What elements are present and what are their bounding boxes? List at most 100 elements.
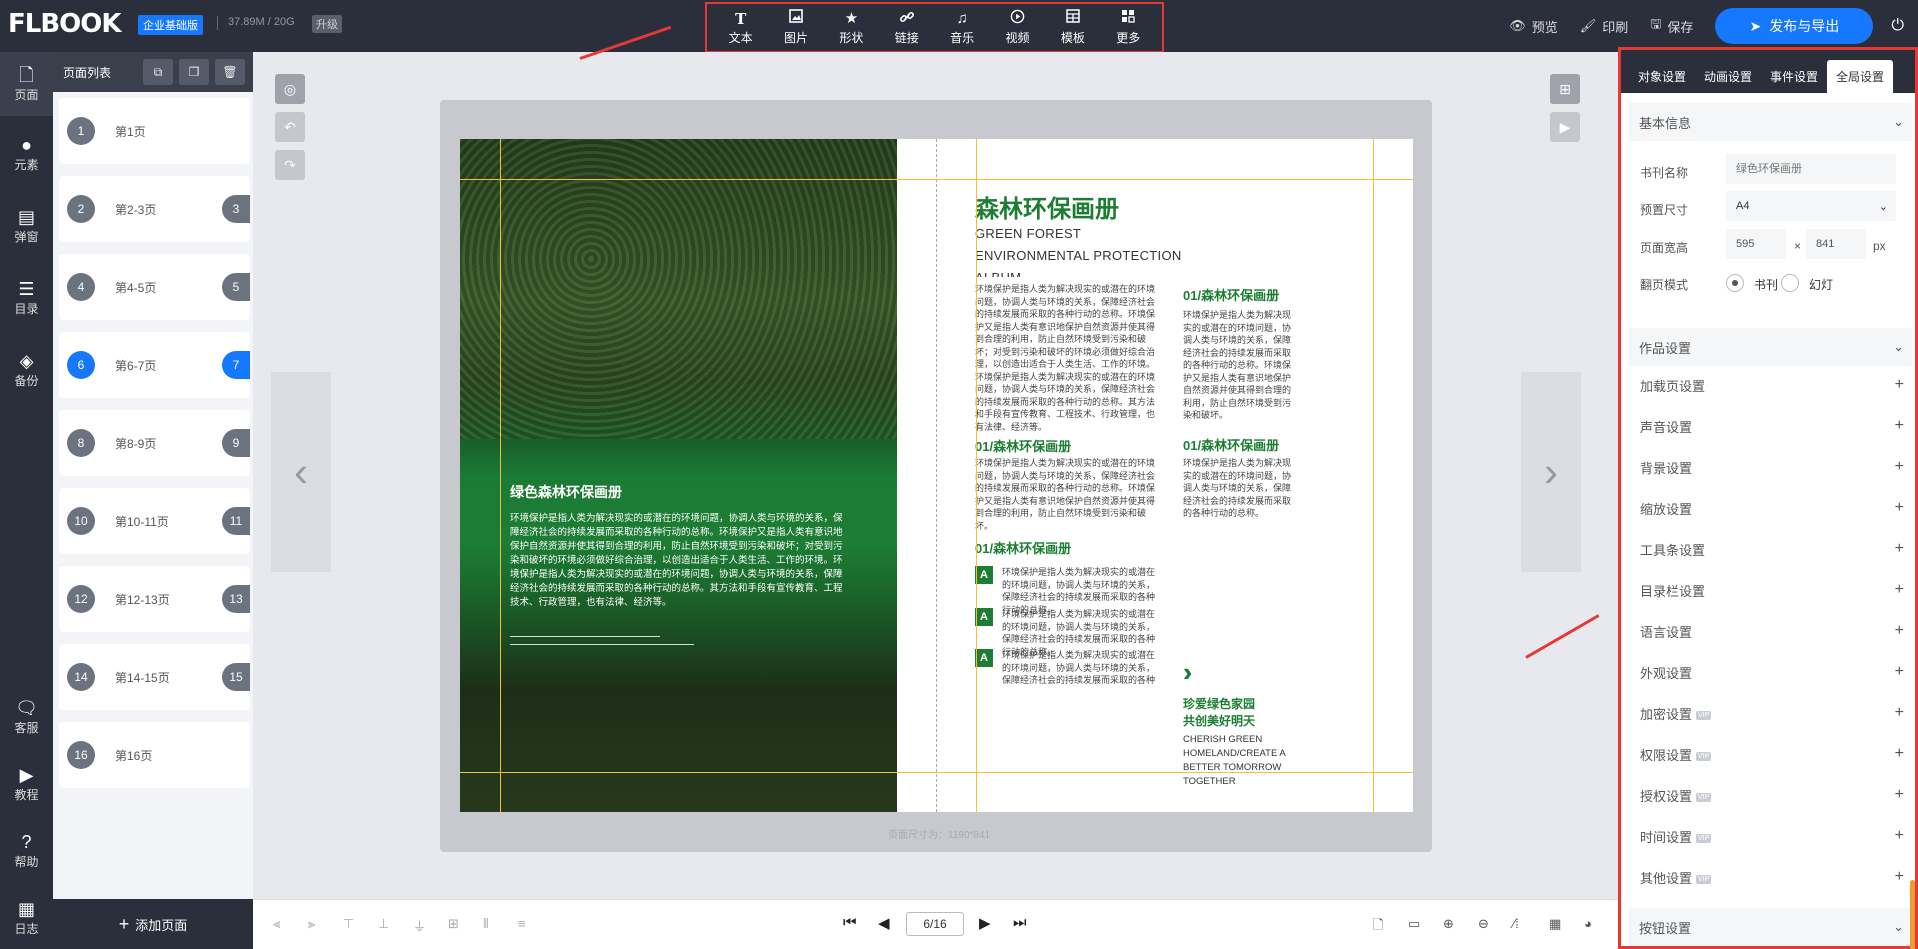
- tab-object-settings[interactable]: 对象设置: [1629, 60, 1695, 93]
- settings-row[interactable]: 缩放设置 +: [1629, 491, 1912, 525]
- add-page-button[interactable]: + 添加页面: [53, 899, 253, 949]
- nav-toc[interactable]: ☰ 目录: [0, 278, 53, 317]
- settings-row[interactable]: 其他设置 VIP +: [1629, 860, 1912, 894]
- color-palette-icon[interactable]: ◕: [1584, 916, 1592, 931]
- print-button[interactable]: 🖌 印刷: [1580, 17, 1629, 36]
- preview-button[interactable]: 👁 预览: [1509, 17, 1558, 36]
- reset-view-button[interactable]: ◎: [275, 74, 305, 104]
- zoom-out-icon[interactable]: ⊖: [1478, 916, 1489, 932]
- right-page-title[interactable]: 森林环保画册: [975, 189, 1119, 224]
- tool-template[interactable]: 模板: [1048, 9, 1098, 46]
- page-item[interactable]: 10 第10-11页 11: [59, 488, 250, 554]
- distribute-v-icon[interactable]: ≡: [518, 916, 526, 931]
- tool-shape[interactable]: ★ 形状: [826, 9, 876, 46]
- next-page-button[interactable]: ▶: [979, 914, 991, 932]
- scrollbar-thumb[interactable]: [1910, 880, 1915, 949]
- nav-log[interactable]: ▦ 日志: [0, 898, 53, 937]
- intro-paragraph[interactable]: 环境保护是指人类为解决现实的或潜在的环境问题，协调人类与环境的关系，保障经济社会…: [975, 283, 1157, 433]
- page-item[interactable]: 1 第1页: [59, 98, 250, 164]
- section-paragraph[interactable]: 环境保护是指人类为解决现实的或潜在的环境问题，协调人类与环境的关系，保障经济社会…: [975, 457, 1157, 532]
- power-icon[interactable]: ⏻: [1891, 17, 1904, 35]
- tool-link[interactable]: 链接: [882, 9, 932, 46]
- settings-row[interactable]: 语言设置 +: [1629, 614, 1912, 648]
- settings-row[interactable]: 加载页设置 +: [1629, 368, 1912, 402]
- page-item[interactable]: 14 第14-15页 15: [59, 644, 250, 710]
- align-right-icon[interactable]: ⫸: [308, 916, 315, 932]
- slogan[interactable]: 珍爱绿色家园 共创美好明天: [1183, 696, 1255, 730]
- page-item[interactable]: 12 第12-13页 13: [59, 566, 250, 632]
- preset-size-select[interactable]: A4 ⌄: [1726, 191, 1896, 221]
- section-heading[interactable]: 01/森林环保画册: [975, 538, 1071, 557]
- page-item-selected[interactable]: 6 第6-7页 7: [59, 332, 250, 398]
- page-item[interactable]: 8 第8-9页 9: [59, 410, 250, 476]
- zoom-in-icon[interactable]: ⊕: [1443, 916, 1454, 932]
- tool-video[interactable]: 视频: [993, 9, 1043, 46]
- button-settings-section[interactable]: 按钮设置 ⌄: [1629, 908, 1912, 946]
- duplicate-page-button[interactable]: ❐: [179, 59, 209, 85]
- page-item[interactable]: 2 第2-3页 3: [59, 176, 250, 242]
- double-page-icon[interactable]: ▭: [1408, 916, 1420, 932]
- nav-page[interactable]: 🗋 页面: [0, 52, 53, 116]
- flip-slide-radio[interactable]: [1781, 274, 1799, 292]
- book-spread[interactable]: 绿色森林环保画册 环境保护是指人类为解决现实的或潜在的环境问题，协调人类与环境的…: [460, 139, 1413, 812]
- tool-music[interactable]: ♫ 音乐: [937, 9, 987, 46]
- nav-element[interactable]: ● 元素: [0, 134, 53, 173]
- page-item[interactable]: 16 第16页: [59, 722, 250, 788]
- first-page-button[interactable]: ⏮: [843, 914, 857, 931]
- flip-book-radio[interactable]: [1726, 274, 1744, 292]
- distribute-h-icon[interactable]: ⦀: [483, 916, 489, 932]
- page-height-input[interactable]: 841: [1806, 229, 1866, 259]
- grid-icon[interactable]: ▦: [1549, 916, 1561, 932]
- play-preview-button[interactable]: ▶: [1550, 112, 1580, 142]
- page-indicator-input[interactable]: [906, 912, 964, 936]
- settings-row[interactable]: 权限设置 VIP +: [1629, 737, 1912, 771]
- settings-row[interactable]: 目录栏设置 +: [1629, 573, 1912, 607]
- align-center-h-icon[interactable]: ⊞: [448, 916, 459, 932]
- left-page-forest-image[interactable]: 绿色森林环保画册 环境保护是指人类为解决现实的或潜在的环境问题，协调人类与环境的…: [460, 139, 897, 812]
- tab-global-settings[interactable]: 全局设置: [1827, 60, 1894, 93]
- settings-row[interactable]: 授权设置 VIP +: [1629, 778, 1912, 812]
- tab-event-settings[interactable]: 事件设置: [1761, 60, 1827, 93]
- right-page-subtitle[interactable]: GREEN FOREST ENVIRONMENTAL PROTECTION AL…: [975, 223, 1195, 277]
- nav-backup[interactable]: ◈ 备份: [0, 350, 53, 389]
- nav-help[interactable]: ? 帮助: [0, 831, 53, 870]
- add-frame-button[interactable]: ⊞: [1550, 74, 1580, 104]
- section-paragraph[interactable]: 环境保护是指人类为解决现实的或潜在的环境问题，协调人类与环境的关系，保障经济社会…: [1183, 309, 1291, 422]
- page-item[interactable]: 4 第4-5页 5: [59, 254, 250, 320]
- align-center-v-icon[interactable]: ⏚: [413, 916, 426, 935]
- left-page-title[interactable]: 绿色森林环保画册: [510, 482, 622, 502]
- nav-tutorial[interactable]: ▶ 教程: [0, 764, 53, 803]
- slogan-english[interactable]: CHERISH GREEN HOMELAND/CREATE A BETTER T…: [1183, 733, 1323, 789]
- section-heading[interactable]: 01/森林环保画册: [1183, 435, 1279, 454]
- prev-page-arrow[interactable]: ‹: [271, 372, 331, 572]
- section-heading[interactable]: 01/森林环保画册: [1183, 285, 1279, 304]
- tool-more[interactable]: 更多: [1103, 9, 1153, 46]
- settings-row[interactable]: 外观设置 +: [1629, 655, 1912, 689]
- align-left-icon[interactable]: ⫷: [273, 916, 280, 932]
- tool-text[interactable]: T 文本: [716, 9, 766, 46]
- nav-service[interactable]: 🗨 客服: [0, 697, 53, 736]
- settings-row[interactable]: 时间设置 VIP +: [1629, 819, 1912, 853]
- publish-export-button[interactable]: ➤ 发布与导出: [1715, 8, 1874, 44]
- redo-button[interactable]: ↷: [275, 150, 305, 180]
- nav-popup[interactable]: ▤ 弹窗: [0, 206, 53, 245]
- settings-row[interactable]: 声音设置 +: [1629, 409, 1912, 443]
- delete-page-button[interactable]: 🗑: [215, 59, 245, 85]
- works-settings-section[interactable]: 作品设置 ⌄: [1629, 328, 1912, 366]
- single-page-icon[interactable]: 🗋: [1373, 916, 1383, 938]
- section-paragraph[interactable]: 环境保护是指人类为解决现实的或潜在的环境问题，协调人类与环境的关系，保障经济社会…: [1183, 457, 1291, 520]
- save-button[interactable]: 🖫 保存: [1650, 15, 1693, 37]
- settings-row[interactable]: 加密设置 VIP +: [1629, 696, 1912, 730]
- settings-row[interactable]: 背景设置 +: [1629, 450, 1912, 484]
- tool-image[interactable]: 图片: [771, 9, 821, 46]
- undo-button[interactable]: ↶: [275, 112, 305, 142]
- next-page-arrow[interactable]: ›: [1521, 372, 1581, 572]
- copy-page-button[interactable]: ⧉: [143, 59, 173, 85]
- book-name-input[interactable]: [1726, 154, 1896, 184]
- last-page-button[interactable]: ⏭: [1013, 914, 1027, 931]
- settings-row[interactable]: 工具条设置 +: [1629, 532, 1912, 566]
- prev-page-button[interactable]: ◀: [878, 914, 890, 932]
- list-item-text[interactable]: 环境保护是指人类为解决现实的或潜在的环境问题，协调人类与环境的关系，保障经济社会…: [1002, 649, 1157, 687]
- upgrade-button[interactable]: 升级: [312, 15, 342, 33]
- basic-info-section[interactable]: 基本信息 ⌄: [1629, 103, 1912, 141]
